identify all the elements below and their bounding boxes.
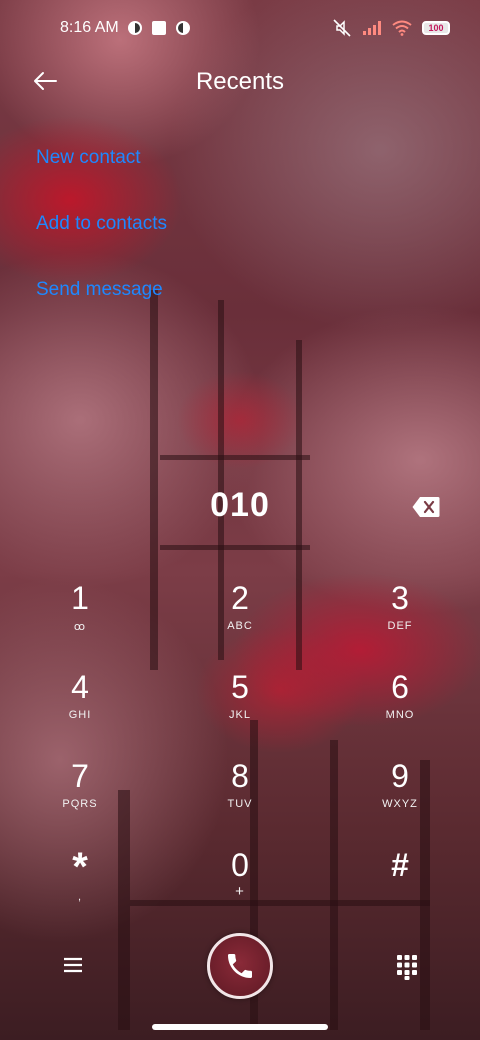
key-digit: 4	[71, 669, 89, 705]
key-4[interactable]: 4 GHI	[0, 661, 160, 750]
key-digit: 7	[71, 758, 89, 794]
dial-keypad: 1 ꝏ 2 ABC 3 DEF 4 GHI 5 JKL 6 MNO 7 PQRS…	[0, 572, 480, 928]
key-star[interactable]: * ,	[0, 839, 160, 928]
key-letters: TUV	[227, 798, 253, 810]
key-letters: PQRS	[62, 798, 98, 810]
key-1[interactable]: 1 ꝏ	[0, 572, 160, 661]
new-contact-link[interactable]: New contact	[36, 140, 167, 206]
battery-icon: 100	[422, 21, 450, 35]
key-2[interactable]: 2 ABC	[160, 572, 320, 661]
home-indicator[interactable]	[152, 1024, 328, 1030]
key-letters: WXYZ	[382, 798, 418, 810]
page-title: Recents	[195, 68, 285, 95]
key-9[interactable]: 9 WXYZ	[320, 750, 480, 839]
dialed-number: 010	[210, 486, 270, 524]
menu-button[interactable]	[60, 954, 86, 976]
key-digit: 2	[231, 580, 249, 616]
phone-icon	[228, 954, 252, 978]
key-letters: JKL	[229, 709, 251, 721]
number-actions: New contact Add to contacts Send message	[36, 140, 167, 338]
key-digit: 5	[231, 669, 249, 705]
backspace-icon	[412, 497, 440, 517]
backspace-button[interactable]	[412, 496, 440, 518]
key-digit: *	[72, 845, 88, 889]
key-letters: ABC	[227, 620, 253, 632]
key-digit: #	[391, 847, 409, 883]
signal-icon	[362, 20, 382, 36]
key-7[interactable]: 7 PQRS	[0, 750, 160, 839]
key-digit: 3	[391, 580, 409, 616]
key-8[interactable]: 8 TUV	[160, 750, 320, 839]
key-letters: +	[235, 883, 245, 900]
key-3[interactable]: 3 DEF	[320, 572, 480, 661]
key-letters: GHI	[68, 709, 92, 721]
status-time: 8:16 AM	[60, 19, 119, 36]
key-5[interactable]: 5 JKL	[160, 661, 320, 750]
menu-icon	[64, 957, 82, 973]
status-bar: 8:16 AM 100	[0, 0, 480, 56]
key-0[interactable]: 0 +	[160, 839, 320, 928]
back-button[interactable]	[30, 66, 60, 96]
key-digit: 1	[71, 580, 89, 616]
key-digit: 6	[391, 669, 409, 705]
key-digit: 0	[231, 847, 249, 883]
header: Recents	[0, 56, 480, 108]
arrow-left-icon	[34, 72, 57, 90]
square-notification-icon	[151, 20, 167, 36]
mute-icon	[332, 18, 352, 38]
call-button[interactable]	[207, 933, 273, 999]
send-message-link[interactable]: Send message	[36, 272, 167, 338]
voicemail-icon: ꝏ	[73, 621, 87, 633]
app-notification-icon	[127, 20, 143, 36]
key-letters: DEF	[387, 620, 413, 632]
key-letters: ,	[77, 891, 83, 903]
key-digit: 8	[231, 758, 249, 794]
dialpad-toggle-button[interactable]	[396, 954, 418, 980]
bottom-bar	[0, 930, 480, 1000]
wifi-icon	[392, 20, 412, 36]
battery-level: 100	[428, 23, 444, 33]
app-notification-icon	[175, 20, 191, 36]
key-letters: MNO	[385, 709, 415, 721]
key-hash[interactable]: #	[320, 839, 480, 928]
key-digit: 9	[391, 758, 409, 794]
dialpad-icon	[397, 955, 417, 980]
add-to-contacts-link[interactable]: Add to contacts	[36, 206, 167, 272]
key-6[interactable]: 6 MNO	[320, 661, 480, 750]
